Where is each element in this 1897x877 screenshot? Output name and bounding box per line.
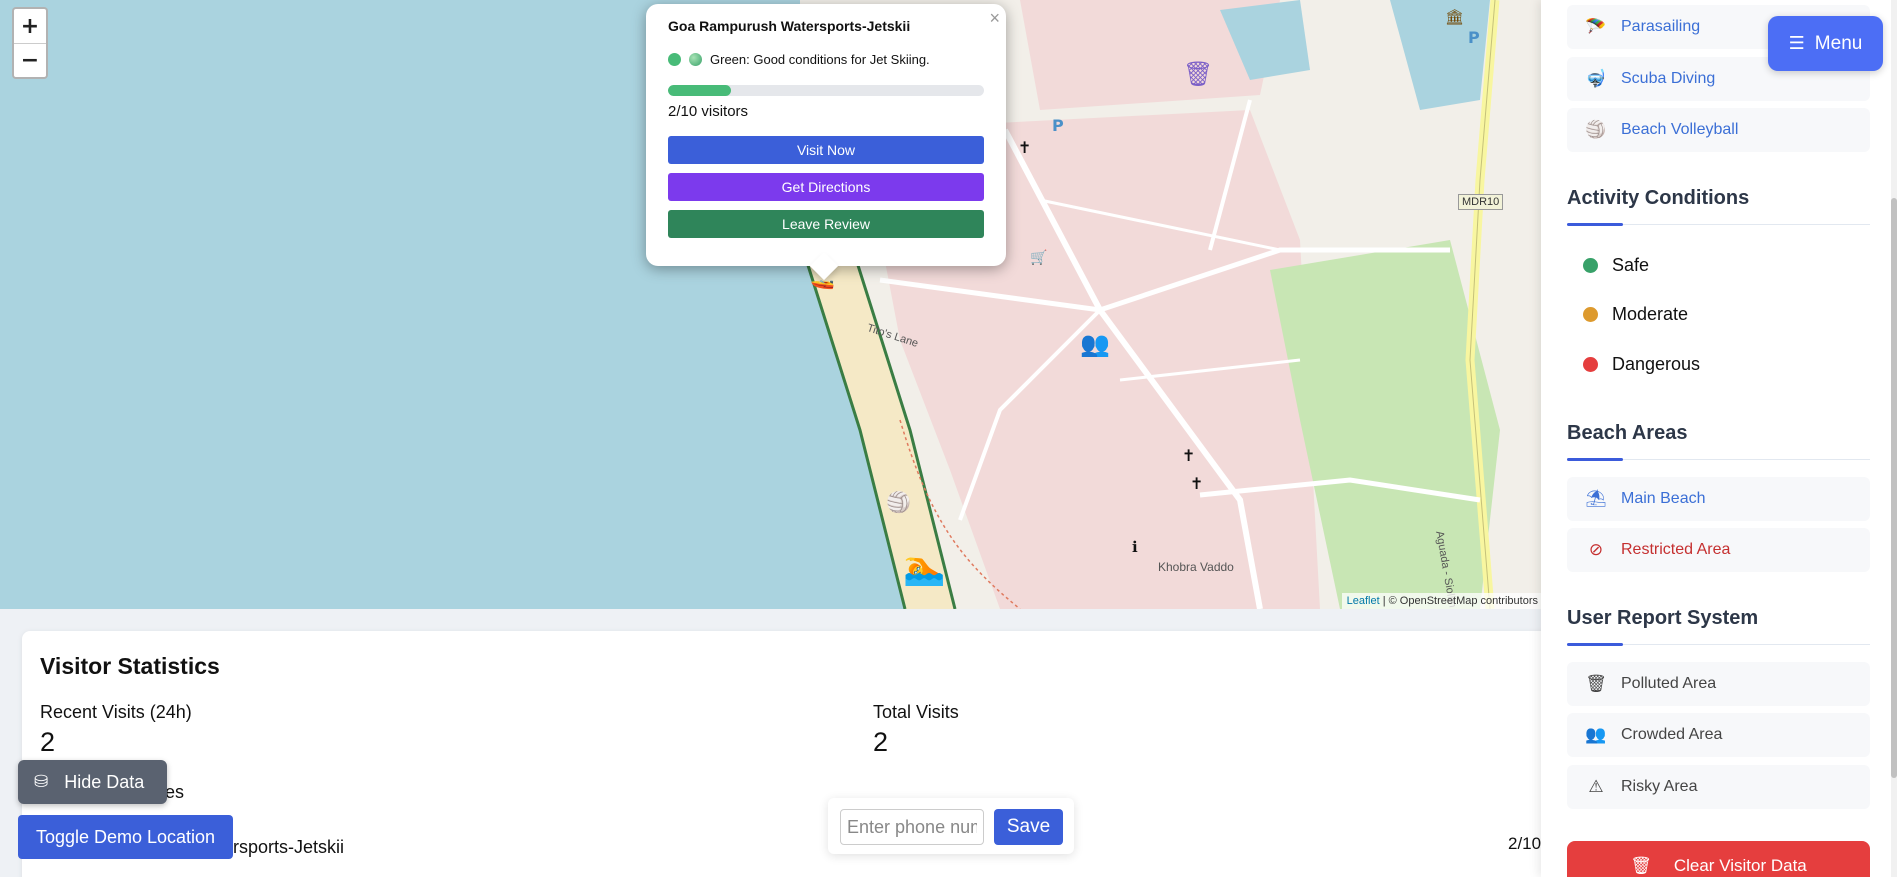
leaflet-link[interactable]: Leaflet	[1347, 595, 1380, 607]
heading-underline	[1567, 223, 1870, 226]
place-label-khobra-vaddo: Khobra Vaddo	[1158, 560, 1234, 574]
crowded-marker-icon[interactable]: 👥	[1080, 330, 1110, 358]
sidebar-item-label: Beach Volleyball	[1621, 121, 1739, 138]
info-icon: ℹ	[1132, 538, 1138, 556]
umbrella-icon: ⛱	[1585, 489, 1607, 509]
condition-dangerous: Dangerous	[1583, 354, 1700, 375]
activity-conditions-heading: Activity Conditions	[1567, 187, 1750, 209]
popup-title: Goa Rampurush Watersports-Jetskii	[668, 18, 911, 34]
beach-volleyball-icon: 🏐	[1585, 120, 1607, 140]
moderate-dot-icon	[1583, 307, 1598, 322]
hide-data-button[interactable]: ⛁ Hide Data	[18, 760, 167, 804]
clear-visitor-data-button[interactable]: 🗑 Clear Visitor Data	[1567, 841, 1870, 877]
hamburger-icon: ☰	[1788, 33, 1805, 54]
condition-label: Moderate	[1612, 304, 1689, 324]
sidebar-scrollbar[interactable]	[1891, 0, 1897, 877]
sidebar-item-beach-volleyball[interactable]: 🏐 Beach Volleyball	[1567, 108, 1870, 152]
green-circle-icon	[689, 53, 702, 66]
parasailing-icon: 🪂	[1585, 17, 1607, 37]
stats-title: Visitor Statistics	[40, 653, 220, 679]
hide-data-label: Hide Data	[64, 771, 145, 792]
sidebar-item-main-beach[interactable]: ⛱ Main Beach	[1567, 477, 1870, 521]
safe-dot-icon	[1583, 258, 1598, 273]
sidebar-item-label: Parasailing	[1621, 18, 1701, 35]
scuba-marker-icon[interactable]: 🏊	[903, 548, 945, 588]
recent-visits-label: Recent Visits (24h)	[40, 702, 192, 722]
users-icon: 👥	[1585, 725, 1607, 745]
ban-icon: ⊘	[1588, 540, 1604, 560]
popup-close-button[interactable]: ×	[989, 8, 1000, 29]
condition-label: Safe	[1612, 255, 1650, 275]
sidebar-item-label: Risky Area	[1621, 778, 1698, 795]
trash-icon: 🗑	[1630, 856, 1652, 876]
recent-visits-value: 2	[40, 727, 56, 757]
sidebar-item-label: Main Beach	[1621, 490, 1706, 507]
popup-condition: Green: Good conditions for Jet Skiing.	[668, 52, 984, 67]
popup-condition-text: Green: Good conditions for Jet Skiing.	[710, 52, 930, 67]
heading-underline	[1567, 643, 1870, 646]
user-report-heading: User Report System	[1567, 607, 1759, 629]
warning-icon: ⚠	[1588, 777, 1604, 797]
zoom-control: + −	[12, 7, 48, 79]
condition-safe: Safe	[1583, 255, 1649, 276]
beach-areas-heading: Beach Areas	[1567, 422, 1688, 444]
church-icon: ✝	[1182, 446, 1196, 465]
menu-button[interactable]: ☰ Menu	[1768, 16, 1883, 71]
popular-locations-label: es	[165, 782, 185, 802]
sidebar-item-crowded-area[interactable]: 👥 Crowded Area	[1567, 713, 1870, 757]
road-shield-mdr10: MDR10	[1458, 194, 1504, 210]
status-dot-icon	[668, 53, 681, 66]
sidebar-item-label: Polluted Area	[1621, 675, 1717, 692]
sidebar-item-label: Crowded Area	[1621, 726, 1723, 743]
app-root: + − Tito's Lane Khobra Vaddo Aguada - Si…	[0, 0, 1897, 877]
condition-label: Dangerous	[1612, 354, 1701, 374]
dangerous-dot-icon	[1583, 357, 1598, 372]
map[interactable]: + − Tito's Lane Khobra Vaddo Aguada - Si…	[0, 0, 1543, 609]
database-icon: ⛁	[34, 772, 49, 792]
leave-review-button[interactable]: Leave Review	[668, 210, 984, 238]
sidebar-item-restricted-area[interactable]: ⊘ Restricted Area	[1567, 528, 1870, 572]
save-phone-button[interactable]: Save	[994, 809, 1063, 845]
trash-icon: 🗑	[1585, 674, 1607, 694]
church-icon: ✝	[1018, 138, 1032, 157]
total-visits-value: 2	[873, 727, 889, 757]
visitor-statistics-panel: Visitor Statistics Recent Visits (24h) 2…	[22, 631, 1582, 877]
museum-icon: 🏛	[1445, 8, 1465, 26]
zoom-in-button[interactable]: +	[14, 9, 46, 43]
volleyball-marker-icon[interactable]: 🏐	[886, 490, 911, 514]
heading-underline	[1567, 458, 1870, 461]
condition-moderate: Moderate	[1583, 304, 1688, 325]
visit-now-button[interactable]: Visit Now	[668, 136, 984, 164]
total-visits-label: Total Visits	[873, 702, 959, 722]
phone-number-input[interactable]	[840, 809, 984, 845]
sidebar-item-risky-area[interactable]: ⚠ Risky Area	[1567, 765, 1870, 809]
sidebar-item-label: Restricted Area	[1621, 541, 1731, 558]
visitor-capacity-bar	[668, 85, 984, 96]
polluted-marker-icon[interactable]: 🗑	[1183, 60, 1213, 88]
get-directions-button[interactable]: Get Directions	[668, 173, 984, 201]
toggle-demo-location-button[interactable]: Toggle Demo Location	[18, 815, 233, 859]
location-row-name: rsports-Jetskii	[233, 837, 345, 857]
clear-visitor-data-label: Clear Visitor Data	[1673, 856, 1807, 875]
parking-icon: P	[1052, 116, 1064, 135]
menu-label: Menu	[1814, 32, 1863, 54]
scuba-diving-icon: 🤿	[1585, 69, 1607, 89]
location-row-count: 2/10	[1508, 834, 1542, 853]
location-popup: × Goa Rampurush Watersports-Jetskii Gree…	[646, 4, 1006, 281]
popup-visitor-count: 2/10 visitors	[668, 103, 749, 120]
sidebar-scroll-thumb[interactable]	[1891, 198, 1897, 778]
phone-entry-box: Save	[828, 798, 1074, 854]
map-attribution: Leaflet | © OpenStreetMap contributors	[1341, 593, 1543, 609]
parking-icon: P	[1468, 28, 1480, 47]
sidebar-item-label: Scuba Diving	[1621, 70, 1716, 87]
osm-attribution-text: | © OpenStreetMap contributors	[1382, 595, 1538, 607]
visitor-capacity-fill	[668, 85, 732, 96]
church-icon: ✝	[1190, 474, 1204, 493]
sidebar: 🪂 Parasailing 🤿 Scuba Diving 🏐 Beach Vol…	[1541, 0, 1897, 877]
zoom-out-button[interactable]: −	[14, 43, 46, 77]
sidebar-item-polluted-area[interactable]: 🗑 Polluted Area	[1567, 662, 1870, 706]
shop-icon: 🛒	[1030, 250, 1048, 266]
